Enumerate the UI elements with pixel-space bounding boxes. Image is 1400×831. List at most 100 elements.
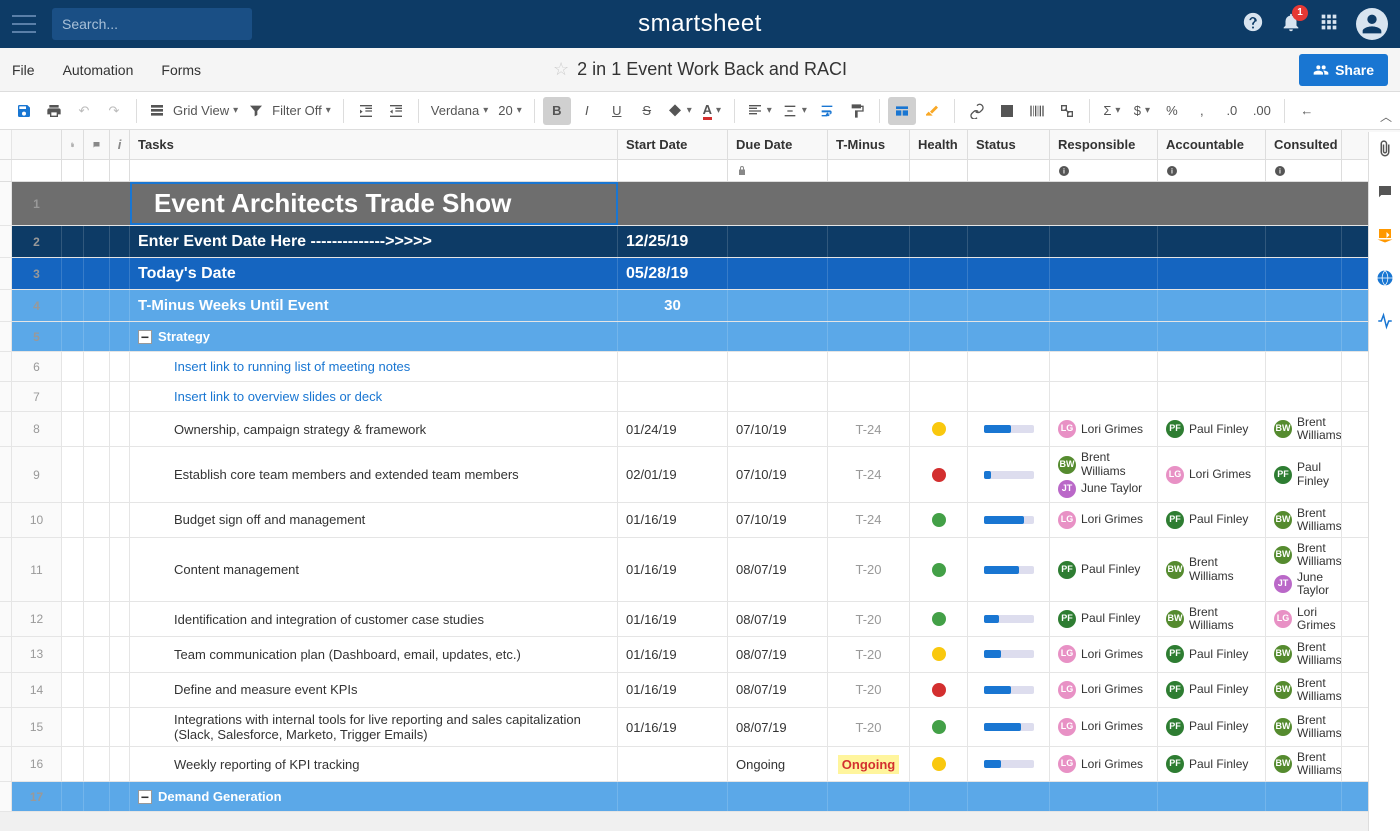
responsible-cell[interactable]: LGLori Grimes	[1050, 637, 1158, 671]
start-cell[interactable]	[618, 352, 728, 381]
underline-button[interactable]: U	[603, 97, 631, 125]
row-number[interactable]: 10	[12, 503, 62, 537]
tminus-cell[interactable]	[828, 352, 910, 381]
save-icon[interactable]	[10, 97, 38, 125]
start-cell[interactable]: 01/24/19	[618, 412, 728, 446]
task-cell[interactable]: Ownership, campaign strategy & framework	[130, 412, 618, 446]
due-cell[interactable]	[728, 226, 828, 257]
responsible-header[interactable]: Responsible	[1050, 130, 1158, 159]
due-header[interactable]: Due Date	[728, 130, 828, 159]
consulted-cell[interactable]	[1266, 352, 1342, 381]
grid-row[interactable]: 9 Establish core team members and extend…	[0, 447, 1400, 502]
health-cell[interactable]	[910, 673, 968, 707]
attachment-header[interactable]	[62, 130, 84, 159]
menu-icon[interactable]	[12, 12, 36, 36]
accountable-cell[interactable]	[1158, 382, 1266, 411]
grid-row[interactable]: 14 Define and measure event KPIs 01/16/1…	[0, 673, 1400, 708]
status-header[interactable]: Status	[968, 130, 1050, 159]
due-cell[interactable]: 07/10/19	[728, 503, 828, 537]
start-cell[interactable]: 01/16/19	[618, 673, 728, 707]
consulted-cell[interactable]: BWBrent Williams	[1266, 673, 1342, 707]
start-cell[interactable]: 01/16/19	[618, 538, 728, 601]
due-cell[interactable]	[728, 382, 828, 411]
notifications-icon[interactable]: 1	[1280, 11, 1302, 38]
due-cell[interactable]: 08/07/19	[728, 708, 828, 746]
consulted-cell[interactable]: PFPaul Finley	[1266, 447, 1342, 501]
consulted-cell[interactable]	[1266, 782, 1342, 811]
row-number[interactable]: 12	[12, 602, 62, 636]
due-cell[interactable]: 07/10/19	[728, 447, 828, 501]
filter-selector[interactable]: Filter Off	[244, 97, 335, 125]
help-icon[interactable]	[1242, 11, 1264, 38]
task-cell[interactable]: Establish core team members and extended…	[130, 447, 618, 501]
task-cell[interactable]: Identification and integration of custom…	[130, 602, 618, 636]
start-cell[interactable]	[618, 322, 728, 351]
health-cell[interactable]	[910, 258, 968, 289]
consulted-cell[interactable]: BWBrent Williams	[1266, 747, 1342, 781]
task-cell[interactable]: T-Minus Weeks Until Event	[130, 290, 618, 321]
tminus-cell[interactable]: T-20	[828, 708, 910, 746]
accountable-cell[interactable]	[1158, 352, 1266, 381]
accountable-cell[interactable]: PFPaul Finley	[1158, 747, 1266, 781]
sum-button[interactable]: Σ	[1098, 97, 1126, 125]
tminus-cell[interactable]	[828, 290, 910, 321]
health-cell[interactable]	[910, 637, 968, 671]
tminus-cell[interactable]	[828, 782, 910, 811]
status-cell[interactable]	[968, 447, 1050, 501]
grid-row[interactable]: 3 Today's Date 05/28/19	[0, 258, 1400, 290]
fontsize-selector[interactable]: 20	[494, 97, 526, 125]
responsible-cell[interactable]	[1050, 290, 1158, 321]
grid-row[interactable]: 1 Event Architects Trade Show	[0, 182, 1400, 226]
status-cell[interactable]	[968, 290, 1050, 321]
row-number[interactable]: 6	[12, 352, 62, 381]
due-cell[interactable]	[728, 182, 828, 225]
consulted-cell[interactable]: BWBrent Williams	[1266, 637, 1342, 671]
task-cell[interactable]: Event Architects Trade Show	[130, 182, 618, 225]
accountable-cell[interactable]: PFPaul Finley	[1158, 637, 1266, 671]
start-cell[interactable]	[618, 782, 728, 811]
rail-comments-icon[interactable]	[1376, 183, 1394, 206]
health-cell[interactable]	[910, 708, 968, 746]
health-cell[interactable]	[910, 322, 968, 351]
task-cell[interactable]: Today's Date	[130, 258, 618, 289]
status-cell[interactable]	[968, 226, 1050, 257]
grid-row[interactable]: 4 T-Minus Weeks Until Event 30	[0, 290, 1400, 322]
start-cell[interactable]: 30	[618, 290, 728, 321]
consulted-cell[interactable]: BWBrent Williams	[1266, 412, 1342, 446]
start-cell[interactable]	[618, 182, 728, 225]
accountable-cell[interactable]	[1158, 290, 1266, 321]
accountable-cell[interactable]	[1158, 782, 1266, 811]
accountable-cell[interactable]: PFPaul Finley	[1158, 503, 1266, 537]
start-header[interactable]: Start Date	[618, 130, 728, 159]
start-cell[interactable]: 01/16/19	[618, 637, 728, 671]
start-cell[interactable]	[618, 747, 728, 781]
consulted-cell[interactable]	[1266, 258, 1342, 289]
strike-button[interactable]: S	[633, 97, 661, 125]
row-number[interactable]: 11	[12, 538, 62, 601]
rail-requests-icon[interactable]	[1376, 226, 1394, 249]
accountable-cell[interactable]: PFPaul Finley	[1158, 708, 1266, 746]
due-cell[interactable]	[728, 322, 828, 351]
calendar-grid-icon[interactable]	[888, 97, 916, 125]
health-cell[interactable]	[910, 447, 968, 501]
task-cell[interactable]: Team communication plan (Dashboard, emai…	[130, 637, 618, 671]
health-cell[interactable]	[910, 382, 968, 411]
status-cell[interactable]	[968, 602, 1050, 636]
due-cell[interactable]: 08/07/19	[728, 602, 828, 636]
consulted-cell[interactable]	[1266, 182, 1342, 225]
view-selector[interactable]: Grid View	[145, 97, 242, 125]
responsible-cell[interactable]: LGLori Grimes	[1050, 503, 1158, 537]
grid-row[interactable]: 13 Team communication plan (Dashboard, e…	[0, 637, 1400, 672]
status-cell[interactable]	[968, 352, 1050, 381]
health-header[interactable]: Health	[910, 130, 968, 159]
due-cell[interactable]	[728, 782, 828, 811]
tminus-cell[interactable]: T-24	[828, 503, 910, 537]
responsible-cell[interactable]: BWBrent WilliamsJTJune Taylor	[1050, 447, 1158, 501]
accountable-cell[interactable]: PFPaul Finley	[1158, 673, 1266, 707]
responsible-cell[interactable]	[1050, 226, 1158, 257]
currency-button[interactable]: $	[1128, 97, 1156, 125]
grid-row[interactable]: 8 Ownership, campaign strategy & framewo…	[0, 412, 1400, 447]
undo-icon[interactable]: ↶	[70, 97, 98, 125]
responsible-cell[interactable]	[1050, 322, 1158, 351]
start-cell[interactable]	[618, 382, 728, 411]
